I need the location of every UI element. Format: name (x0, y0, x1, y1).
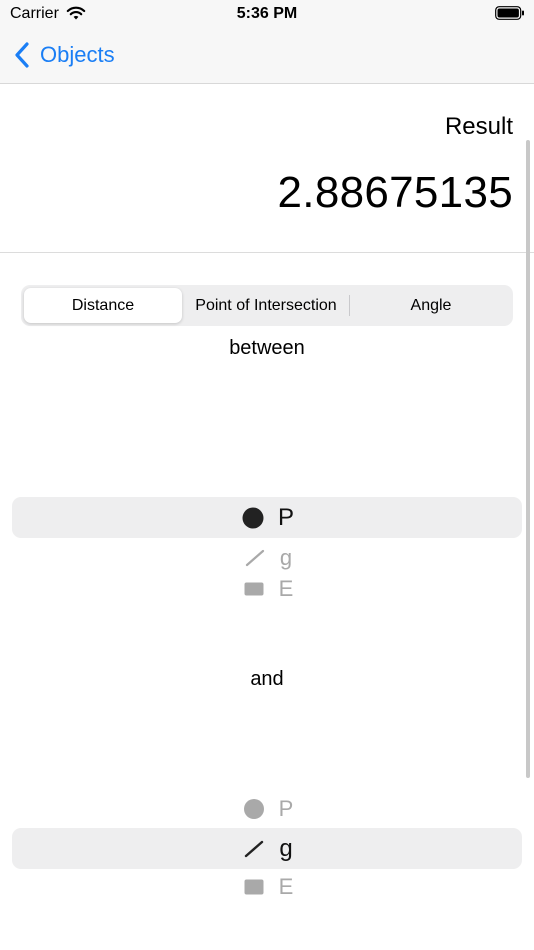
picker1-row-line[interactable]: g (0, 544, 534, 572)
plane-icon (241, 876, 267, 898)
picker2-row-line[interactable]: g (0, 833, 534, 865)
point-icon (240, 507, 266, 529)
back-button[interactable]: Objects (14, 40, 115, 70)
clock: 5:36 PM (236, 5, 298, 22)
picker1-row-label: E (278, 576, 294, 601)
picker1-row-plane[interactable]: E (0, 576, 534, 602)
segment-point-of-intersection[interactable]: Point of Intersection (186, 285, 346, 326)
segment-distance[interactable]: Distance (24, 285, 182, 326)
line-icon (241, 838, 267, 860)
between-label: between (229, 337, 305, 359)
segment-angle[interactable]: Angle (351, 285, 511, 326)
picker2-row-label: P (278, 796, 294, 821)
result-value: 2.88675135 (277, 168, 513, 217)
picker2-row-point[interactable]: P (0, 795, 534, 823)
picker2-row-label: E (278, 874, 294, 899)
divider (0, 252, 534, 253)
picker2-row-plane[interactable]: E (0, 873, 534, 901)
back-button-label: Objects (40, 42, 115, 67)
segment-separator (349, 295, 350, 316)
chevron-left-icon (15, 42, 29, 68)
status-bar: Carrier 5:36 PM (0, 0, 534, 30)
picker1-row-label: P (277, 504, 294, 531)
battery-icon (495, 6, 524, 20)
mode-segmented-control: Distance Point of Intersection Angle (21, 285, 513, 326)
and-label: and (250, 668, 284, 690)
picker2-row-label: g (279, 835, 293, 862)
plane-icon (241, 578, 267, 600)
line-icon (242, 547, 268, 569)
result-label: Result (444, 113, 513, 140)
picker1-row-point[interactable]: P (0, 502, 534, 534)
picker1-row-label: g (279, 545, 293, 570)
navigation-bar: Objects (0, 30, 534, 84)
point-icon (241, 798, 267, 820)
